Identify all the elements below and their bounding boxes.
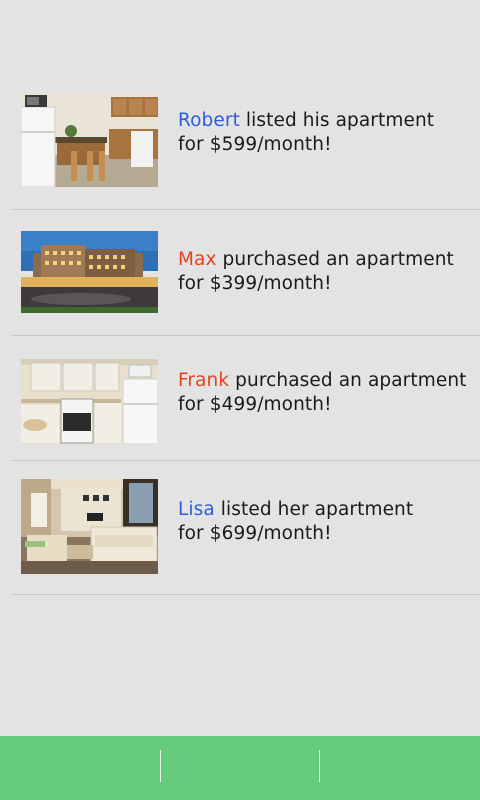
living-room-photo [21, 479, 158, 574]
item-action: listed her apartment [214, 499, 414, 520]
user-name[interactable]: Robert [178, 110, 240, 131]
user-name[interactable]: Lisa [178, 499, 215, 520]
item-action: listed his apartment [239, 110, 435, 131]
apartment-building-photo [21, 231, 158, 313]
bottom-navigation-bar [0, 736, 480, 800]
user-name[interactable]: Frank [178, 370, 229, 391]
screen: Robert listed his apartment for $599/mon… [0, 0, 480, 800]
item-price: for $499/month! [178, 394, 332, 415]
item-text: Frank purchased an apartment for $499/mo… [178, 369, 468, 417]
divider [11, 335, 480, 336]
item-price: for $699/month! [178, 523, 332, 544]
kitchen-photo [21, 93, 158, 187]
divider [11, 460, 480, 461]
item-action: purchased an apartment [216, 249, 454, 270]
item-text: Lisa listed her apartment for $699/month… [178, 498, 468, 546]
item-price: for $599/month! [178, 134, 332, 155]
divider [11, 594, 480, 595]
item-text: Max purchased an apartment for $399/mont… [178, 248, 468, 296]
divider [11, 209, 480, 210]
tab-3[interactable] [320, 736, 480, 800]
user-name[interactable]: Max [178, 249, 217, 270]
item-action: purchased an apartment [229, 370, 467, 391]
kitchen-photo [21, 359, 158, 444]
item-text: Robert listed his apartment for $599/mon… [178, 109, 468, 157]
tab-2[interactable] [160, 736, 320, 800]
tab-1[interactable] [0, 736, 160, 800]
item-price: for $399/month! [178, 273, 332, 294]
